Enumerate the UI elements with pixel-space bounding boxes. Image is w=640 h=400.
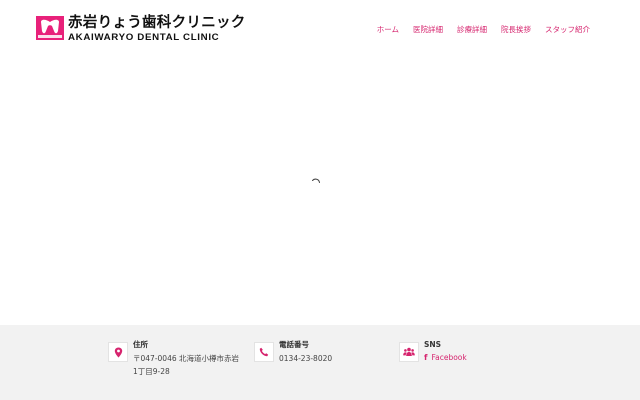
main-nav: ホーム 医院詳細 診療詳細 院長挨拶 スタッフ紹介: [377, 25, 590, 34]
facebook-icon: f: [424, 353, 428, 362]
site-header: 赤岩りょう歯科クリニック AKAIWARYO DENTAL CLINIC ホーム…: [0, 0, 640, 60]
logo-subtitle: AKAIWARYO DENTAL CLINIC: [68, 32, 220, 42]
address-label: 住所: [133, 340, 148, 349]
users-icon: [399, 342, 419, 362]
phone-icon: [254, 342, 274, 362]
map-pin-icon: [108, 342, 128, 362]
facebook-link-text: Facebook: [431, 353, 467, 362]
sns-label: SNS: [424, 340, 442, 349]
site-footer: 住所 〒047-0046 北海道小樽市赤岩1丁目9-28 電話番号 0134-2…: [0, 325, 640, 400]
phone-number[interactable]: 0134-23-8020: [279, 352, 332, 365]
address-value: 〒047-0046 北海道小樽市赤岩1丁目9-28: [133, 354, 239, 376]
nav-item-treatment-details[interactable]: 診療詳細: [457, 25, 487, 34]
tooth-logo-icon: [36, 16, 64, 40]
facebook-link[interactable]: f Facebook: [424, 353, 467, 363]
nav-item-home[interactable]: ホーム: [377, 25, 399, 34]
nav-item-staff[interactable]: スタッフ紹介: [545, 25, 590, 34]
logo-title: 赤岩りょう歯科クリニック: [68, 15, 246, 31]
phone-label: 電話番号: [279, 340, 309, 349]
clinic-logo[interactable]: 赤岩りょう歯科クリニック AKAIWARYO DENTAL CLINIC: [36, 15, 245, 42]
main-content: [0, 60, 640, 325]
nav-item-clinic-details[interactable]: 医院詳細: [413, 25, 443, 34]
loading-spinner-icon: [312, 178, 320, 183]
nav-item-director-greeting[interactable]: 院長挨拶: [501, 25, 531, 34]
